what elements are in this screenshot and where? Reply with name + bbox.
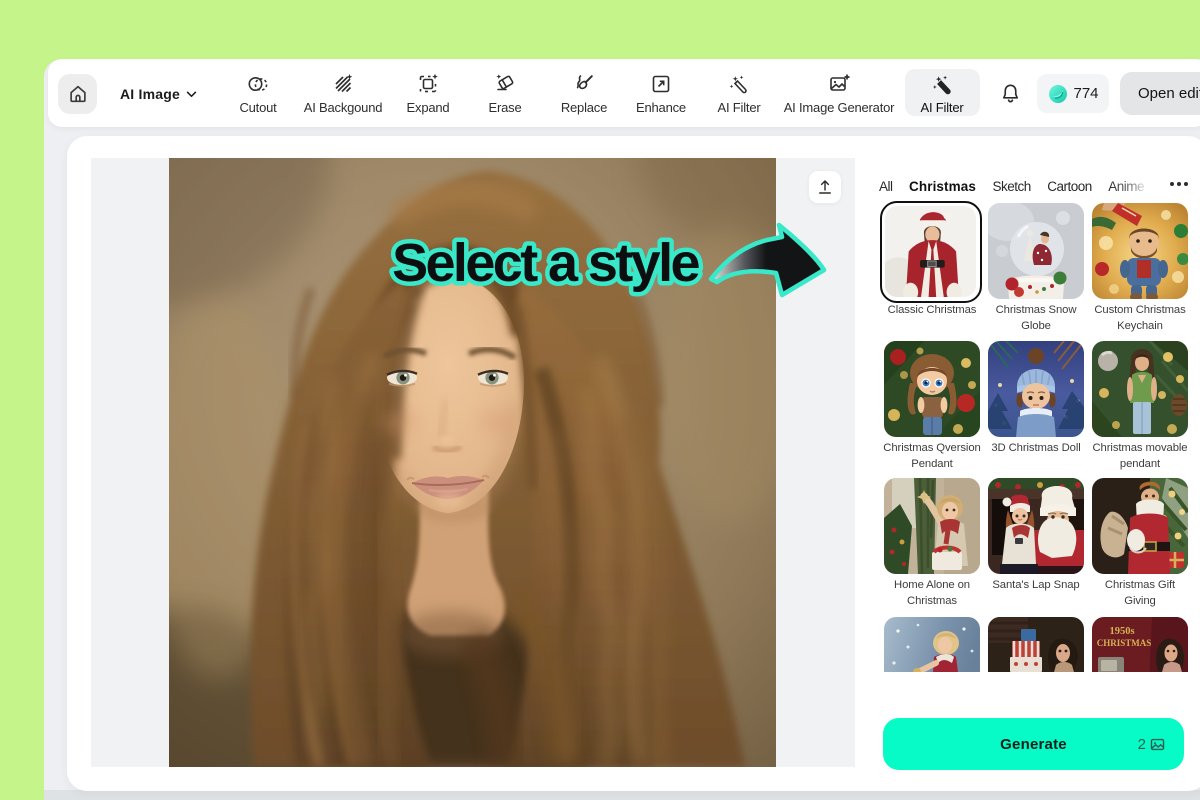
svg-text:1950s: 1950s xyxy=(1109,626,1134,637)
svg-text:CHRISTMAS: CHRISTMAS xyxy=(1097,638,1152,648)
svg-text:Select a style: Select a style xyxy=(392,233,699,293)
